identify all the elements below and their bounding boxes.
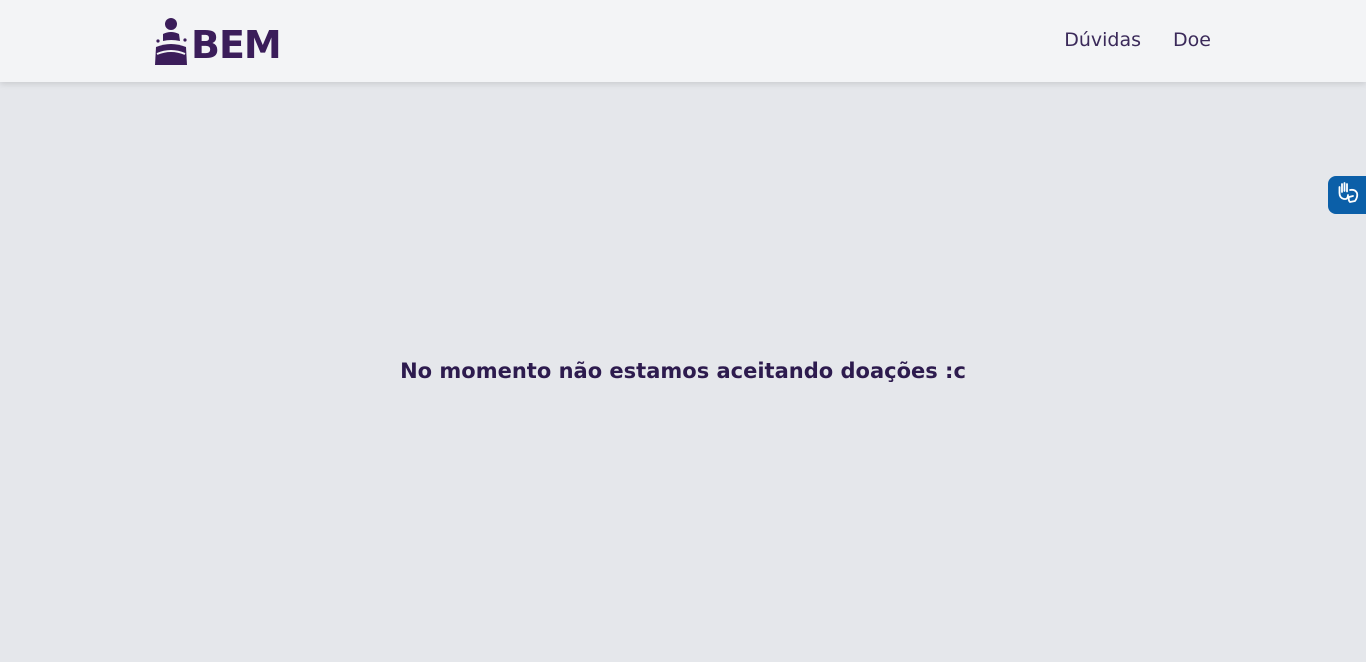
- main-nav: Dúvidas Doe: [1064, 28, 1211, 52]
- donations-closed-message: No momento não estamos aceitando doações…: [400, 359, 966, 383]
- nav-link-faq[interactable]: Dúvidas: [1064, 28, 1141, 52]
- sign-language-hands-icon: [1336, 181, 1360, 209]
- logo-mark-icon: [154, 17, 190, 65]
- nav-link-donate[interactable]: Doe: [1173, 28, 1211, 52]
- main-content: No momento não estamos aceitando doações…: [0, 82, 1366, 662]
- logo-link[interactable]: BEM: [154, 16, 282, 67]
- site-header: BEM Dúvidas Doe: [0, 0, 1366, 82]
- accessibility-widget-button[interactable]: [1328, 176, 1366, 214]
- logo-wordmark: BEM: [191, 23, 282, 67]
